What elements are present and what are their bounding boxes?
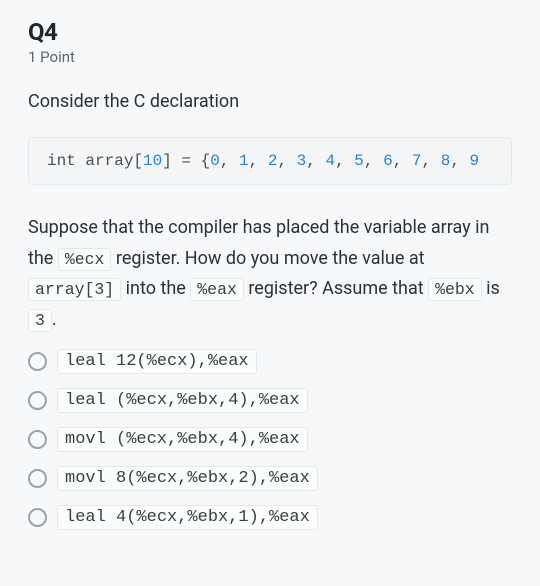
question-prompt-intro: Consider the C declaration	[28, 88, 512, 115]
option-row[interactable]: movl (%ecx,%ebx,4),%eax	[28, 427, 512, 452]
question-id: Q4	[28, 18, 512, 46]
code-text: ] = {	[162, 152, 210, 170]
body-text: is	[482, 278, 500, 299]
body-text: register. How do you move the value at	[111, 248, 424, 269]
option-code: leal (%ecx,%ebx,4),%eax	[57, 388, 308, 413]
inline-code-reg-eax: %eax	[190, 278, 244, 301]
option-code: leal 4(%ecx,%ebx,1),%eax	[57, 505, 318, 530]
inline-code-reg-ecx: %ecx	[58, 248, 112, 271]
code-text: int array[	[47, 152, 143, 170]
code-num: 1	[239, 152, 249, 170]
question-container: Q4 1 Point Consider the C declaration in…	[0, 0, 540, 530]
code-num: 0	[210, 152, 220, 170]
code-num: 7	[412, 152, 422, 170]
radio-icon[interactable]	[28, 391, 47, 410]
code-block: int array[10] = {0, 1, 2, 3, 4, 5, 6, 7,…	[28, 137, 512, 185]
options-list: leal 12(%ecx),%eax leal (%ecx,%ebx,4),%e…	[28, 349, 512, 530]
option-row[interactable]: leal 4(%ecx,%ebx,1),%eax	[28, 505, 512, 530]
option-code: movl (%ecx,%ebx,4),%eax	[57, 427, 308, 452]
radio-icon[interactable]	[28, 469, 47, 488]
code-num: 2	[268, 152, 278, 170]
code-num: 5	[354, 152, 364, 170]
radio-icon[interactable]	[28, 430, 47, 449]
option-code: movl 8(%ecx,%ebx,2),%eax	[57, 466, 318, 491]
code-num: 9	[470, 152, 480, 170]
radio-icon[interactable]	[28, 508, 47, 527]
code-num: 3	[297, 152, 307, 170]
code-num: 4	[325, 152, 335, 170]
inline-code-val3: 3	[28, 309, 52, 332]
body-text: .	[52, 309, 57, 330]
code-size: 10	[143, 152, 162, 170]
question-body: Suppose that the compiler has placed the…	[28, 213, 512, 335]
body-text: into the	[121, 278, 190, 299]
option-row[interactable]: movl 8(%ecx,%ebx,2),%eax	[28, 466, 512, 491]
radio-icon[interactable]	[28, 352, 47, 371]
body-text: register? Assume that	[244, 278, 428, 299]
option-row[interactable]: leal (%ecx,%ebx,4),%eax	[28, 388, 512, 413]
option-code: leal 12(%ecx),%eax	[57, 349, 257, 374]
code-num: 8	[441, 152, 451, 170]
option-row[interactable]: leal 12(%ecx),%eax	[28, 349, 512, 374]
inline-code-array3: array[3]	[28, 278, 121, 301]
code-num: 6	[383, 152, 393, 170]
inline-code-reg-ebx: %ebx	[428, 278, 482, 301]
question-points: 1 Point	[28, 48, 512, 66]
